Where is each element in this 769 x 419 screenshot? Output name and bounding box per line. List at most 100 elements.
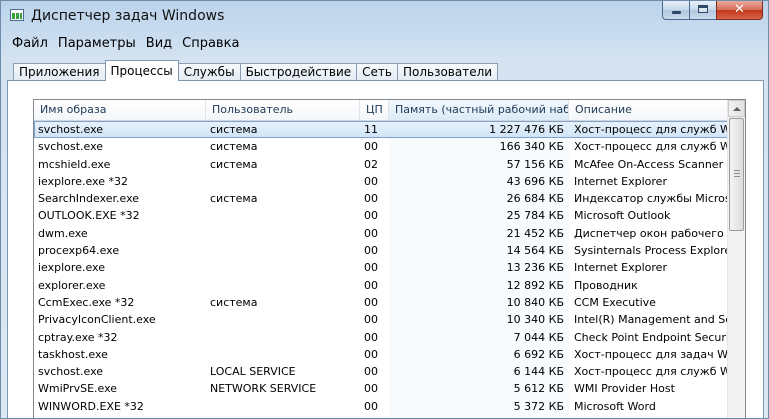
menu-options[interactable]: Параметры (53, 34, 141, 53)
process-image-name: dwm.exe (38, 226, 88, 240)
process-cpu: 00 (364, 382, 378, 396)
process-description: Хост-процесс для задач Window (574, 347, 740, 361)
process-row[interactable]: PrivacyIconClient.exe 00 10 340 КБ Intel(R)… (34, 311, 745, 328)
process-list[interactable]: Имя образа Пользователь ЦП Память (частн… (33, 99, 746, 418)
vertical-scrollbar[interactable] (727, 100, 745, 418)
minimize-button[interactable] (662, 1, 689, 20)
menu-help[interactable]: Справка (177, 34, 244, 53)
thumb-grip-icon (734, 170, 740, 171)
process-cpu: 00 (364, 330, 378, 344)
maximize-button[interactable] (689, 1, 716, 20)
scroll-thumb[interactable] (729, 118, 744, 231)
process-description: Проводник (574, 278, 638, 292)
process-row[interactable]: CcmExec.exe *32 система 00 10 840 КБ CCM Exe… (34, 294, 745, 311)
process-row[interactable]: svchost.exe система 11 1 227 476 КБ Хост-про… (34, 121, 745, 139)
process-cpu: 00 (364, 226, 378, 240)
process-row[interactable]: dwm.exe 00 21 452 КБ Диспетчер окон рабочег… (34, 225, 745, 242)
task-manager-app-icon (10, 9, 24, 21)
process-user: система (210, 295, 258, 309)
process-user (210, 398, 360, 415)
process-image-name: svchost.exe (38, 123, 104, 136)
process-image-name: procexp64.exe (38, 244, 120, 258)
maximize-icon (698, 5, 708, 13)
process-row[interactable]: WINWORD.EXE *32 00 5 372 КБ Microsoft Word (34, 398, 745, 415)
process-image-name: SearchIndexer.exe (38, 192, 140, 206)
menu-file[interactable]: Файл (7, 34, 53, 53)
process-description: Microsoft Word (574, 399, 656, 413)
process-row[interactable]: procexp64.exe 00 14 564 КБ Sysinternals Pro… (34, 242, 745, 259)
process-image-name: iexplore.exe (38, 261, 105, 275)
process-description: CCM Executive (574, 295, 656, 309)
process-row[interactable]: explorer.exe 00 12 892 КБ Проводник (34, 277, 745, 294)
process-user (210, 277, 360, 294)
process-cpu: 00 (364, 140, 378, 154)
process-memory: 6 692 КБ (513, 347, 564, 361)
process-row[interactable]: taskhost.exe 00 6 692 КБ Хост-процесс для з… (34, 346, 745, 363)
process-description: Sysinternals Process Explorer (574, 244, 736, 258)
process-memory: 14 564 КБ (506, 244, 564, 258)
process-user (210, 173, 360, 190)
process-cpu: 00 (364, 313, 378, 327)
column-image-name[interactable]: Имя образа (34, 100, 206, 120)
process-user: система (210, 157, 258, 171)
tab-networking[interactable]: Сеть (356, 63, 398, 81)
process-memory: 12 892 КБ (506, 278, 564, 292)
process-image-name: WmiPrvSE.exe (38, 382, 118, 396)
process-memory: 5 612 КБ (513, 382, 564, 396)
process-row[interactable]: SearchIndexer.exe система 00 26 684 КБ Индек… (34, 190, 745, 207)
menu-view[interactable]: Вид (141, 34, 177, 53)
process-memory: 21 452 КБ (506, 226, 564, 240)
tab-applications[interactable]: Приложения (13, 63, 106, 81)
tab-performance[interactable]: Быстродействие (239, 63, 358, 81)
process-row[interactable]: svchost.exe система 00 166 340 КБ Хост-проце… (34, 138, 745, 155)
tab-services[interactable]: Службы (177, 63, 241, 81)
process-cpu: 00 (364, 261, 378, 275)
column-user[interactable]: Пользователь (206, 100, 360, 120)
process-description: Хост-процесс для служб Windo (574, 365, 740, 379)
process-description: Intel(R) Management and Secur (574, 313, 740, 327)
column-header: Имя образа Пользователь ЦП Память (частн… (34, 100, 745, 121)
process-memory: 10 840 КБ (506, 295, 564, 309)
caption-buttons: ✕ (662, 1, 763, 21)
process-memory: 10 340 КБ (506, 313, 564, 327)
tab-processes[interactable]: Процессы (104, 60, 179, 81)
process-memory: 1 227 476 КБ (489, 123, 564, 136)
process-user (210, 207, 360, 224)
process-row[interactable]: cptray.exe *32 00 7 044 КБ Check Point Endp… (34, 329, 745, 346)
process-row[interactable]: iexplore.exe 00 13 236 КБ Internet Explorer (34, 259, 745, 276)
process-description: Хост-процесс для служб Windo (574, 123, 740, 136)
process-user (210, 242, 360, 259)
process-cpu: 02 (364, 157, 378, 171)
tab-users[interactable]: Пользователи (396, 63, 499, 81)
process-image-name: WINWORD.EXE *32 (38, 399, 144, 413)
thumb-grip-icon (734, 176, 740, 177)
process-cpu: 00 (364, 209, 378, 223)
column-cpu[interactable]: ЦП (360, 100, 389, 120)
process-memory: 166 340 КБ (499, 140, 564, 154)
process-memory: 6 144 КБ (513, 365, 564, 379)
process-cpu: 00 (364, 244, 378, 258)
close-button[interactable]: ✕ (716, 1, 763, 20)
thumb-grip-icon (734, 173, 740, 174)
title-bar[interactable]: Диспетчер задач Windows ✕ (1, 1, 768, 31)
process-cpu: 11 (364, 123, 378, 136)
column-memory[interactable]: Память (частный рабочий набор) ▾ (389, 100, 569, 120)
process-memory: 25 784 КБ (506, 209, 564, 223)
process-user: система (210, 140, 258, 154)
processes-panel: Имя образа Пользователь ЦП Память (частн… (7, 80, 764, 418)
process-user (210, 329, 360, 346)
process-row[interactable]: svchost.exe LOCAL SERVICE 00 6 144 КБ Хост-п… (34, 363, 745, 380)
process-description: Check Point Endpoint Security (574, 330, 740, 344)
process-row[interactable]: OUTLOOK.EXE *32 00 25 784 КБ Microsoft Outl… (34, 207, 745, 224)
process-image-name: iexplore.exe *32 (38, 174, 128, 188)
process-row[interactable]: WmiPrvSE.exe NETWORK SERVICE 00 5 612 КБ WMI… (34, 380, 745, 397)
process-row[interactable]: iexplore.exe *32 00 43 696 КБ Internet Expl… (34, 173, 745, 190)
process-description: Internet Explorer (574, 174, 667, 188)
process-user: LOCAL SERVICE (210, 365, 296, 379)
process-user (210, 225, 360, 242)
scroll-up-arrow-icon[interactable] (728, 100, 745, 117)
process-description: McAfee On-Access Scanner serv (574, 157, 740, 171)
column-description[interactable]: Описание (569, 100, 745, 120)
process-row[interactable]: mcshield.exe система 02 57 156 КБ McAfee On-… (34, 156, 745, 173)
process-rows: svchost.exe система 11 1 227 476 КБ Хост-про… (34, 121, 745, 415)
